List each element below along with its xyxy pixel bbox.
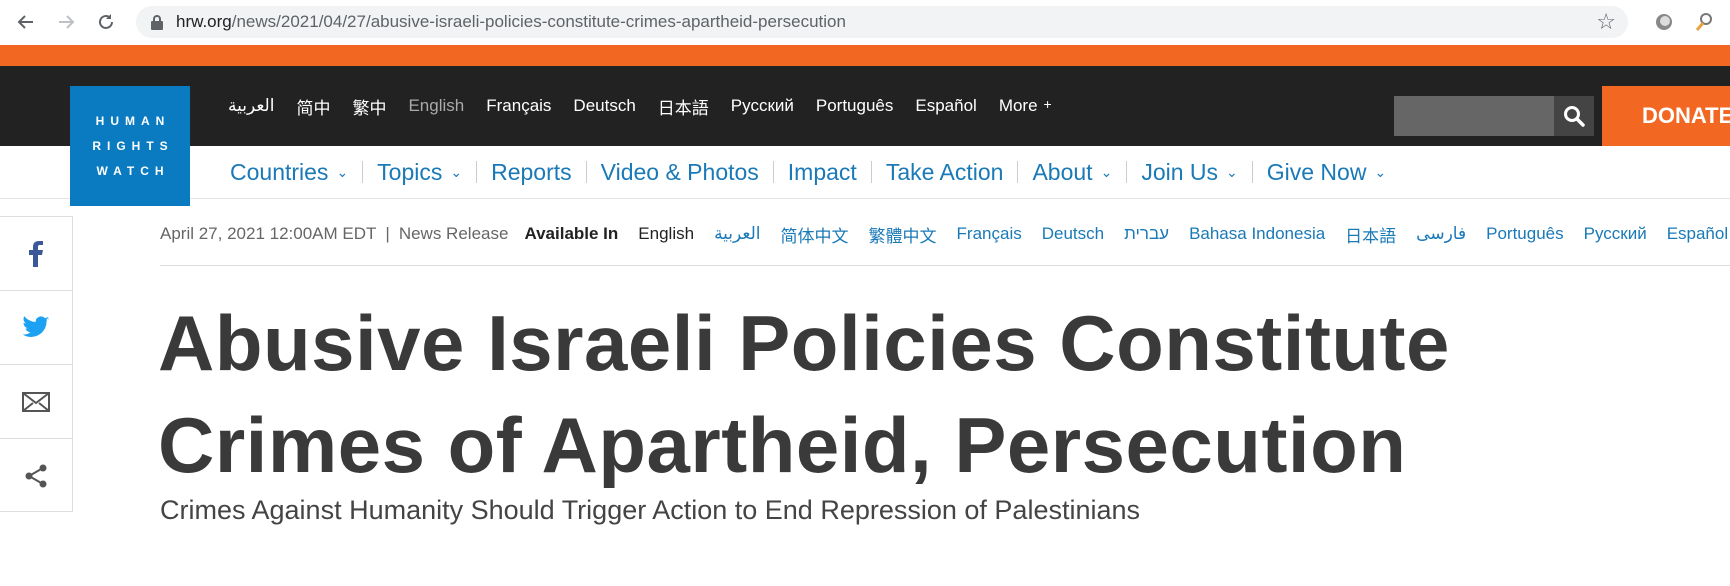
available-language-link[interactable]: Français [957,224,1022,244]
nav-reports[interactable]: Reports [491,159,572,186]
reload-icon[interactable] [92,8,120,36]
chevron-down-icon: ⌄ [1374,163,1387,180]
chevron-down-icon: ⌄ [1100,163,1113,180]
available-language-current: English [638,224,695,243]
language-link[interactable]: Deutsch [573,96,635,116]
star-icon[interactable]: ☆ [1596,9,1616,35]
nav-divider [772,161,774,183]
address-bar[interactable]: hrw.org/news/2021/04/27/abusive-israeli-… [136,6,1628,38]
article-type: News Release [398,224,509,243]
donate-button[interactable]: DONATE [1602,86,1730,146]
nav-divider [585,161,587,183]
hrw-logo[interactable]: HUMAN RIGHTS WATCH [70,86,190,206]
twitter-icon[interactable] [0,291,72,365]
available-language-link[interactable]: Русский [1584,224,1647,244]
search-icon[interactable] [1554,96,1594,136]
share-rail [0,216,73,512]
email-icon[interactable] [0,365,72,439]
available-language-link[interactable]: العربية [714,224,760,244]
available-language-link[interactable]: Bahasa Indonesia [1189,224,1325,244]
available-language-link[interactable]: 日本語 [1345,222,1396,247]
chevron-down-icon: ⌄ [450,163,463,180]
language-link[interactable]: 日本語 [658,94,709,119]
language-link[interactable]: Español [915,96,976,116]
nav-countries[interactable]: Countries ⌄ [230,159,348,186]
available-language-link[interactable]: Português [1486,224,1564,244]
nav-video-photos[interactable]: Video & Photos [601,159,759,186]
nav-impact[interactable]: Impact [788,159,857,186]
available-language-link[interactable]: 简体中文 [781,222,849,247]
nav-divider [870,161,872,183]
available-language-link[interactable]: فارسی [1416,224,1466,244]
key-icon[interactable] [1694,12,1714,32]
plus-icon: + [1043,96,1052,112]
available-language-link[interactable]: עברית [1124,224,1169,244]
language-switcher: العربية 简中 繁中 English Français Deutsch 日… [228,66,1074,146]
nav-join-us[interactable]: Join Us ⌄ [1141,159,1237,186]
share-icon[interactable] [0,439,72,513]
search-input[interactable] [1394,96,1554,136]
publish-date: April 27, 2021 12:00AM EDT [160,224,377,243]
more-languages-button[interactable]: More + [999,96,1052,116]
divider [160,265,1730,266]
nav-divider [362,161,364,183]
back-icon[interactable] [12,8,40,36]
chevron-down-icon: ⌄ [336,163,349,180]
available-language-link[interactable]: Deutsch [1042,224,1104,244]
facebook-icon[interactable] [0,217,72,291]
available-language-link[interactable]: Español [1667,224,1728,244]
language-link[interactable]: Français [486,96,551,116]
forward-icon[interactable] [52,8,80,36]
language-link[interactable]: 简中 [296,94,330,119]
language-link[interactable]: 繁中 [352,94,386,119]
nav-topics[interactable]: Topics ⌄ [377,159,462,186]
section-nav: Countries ⌄ Topics ⌄ Reports Video & Photo… [0,146,1730,199]
nav-divider [1251,161,1253,183]
nav-take-action[interactable]: Take Action [886,159,1004,186]
available-language-link[interactable]: 繁體中文 [869,222,937,247]
nav-divider [476,161,478,183]
article-title: Abusive Israeli Policies Constitute Crim… [158,299,1450,489]
nav-divider [1126,161,1128,183]
nav-give-now[interactable]: Give Now ⌄ [1267,159,1386,186]
nav-about[interactable]: About ⌄ [1032,159,1112,186]
article-meta: April 27, 2021 12:00AM EDT | News Releas… [160,214,1730,254]
alert-banner [0,45,1730,66]
article-subtitle: Crimes Against Humanity Should Trigger A… [160,495,1141,525]
language-link[interactable]: Português [816,96,894,116]
url-text: hrw.org/news/2021/04/27/abusive-israeli-… [176,12,846,31]
language-link[interactable]: العربية [228,96,274,116]
language-link-current[interactable]: English [408,96,464,116]
lock-icon [151,15,163,30]
browser-toolbar: hrw.org/news/2021/04/27/abusive-israeli-… [0,0,1730,45]
chevron-down-icon: ⌄ [1226,163,1238,180]
language-link[interactable]: Русский [731,96,794,116]
available-in-label: Available In [524,224,619,243]
nav-divider [1017,161,1019,183]
meta-separator: | [385,224,390,243]
extension-icon[interactable] [1654,12,1674,32]
